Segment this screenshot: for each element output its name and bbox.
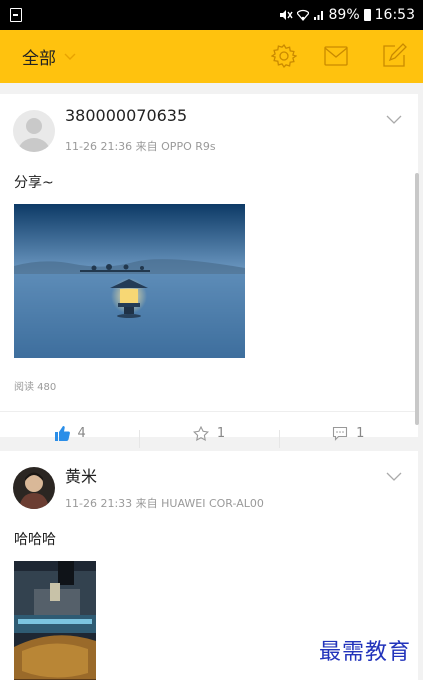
avatar[interactable] — [13, 467, 55, 509]
favorite-count: 1 — [216, 425, 226, 441]
status-indicators: 89% 16:53 — [279, 7, 415, 23]
post-actions: 4 1 1 — [0, 411, 418, 454]
username[interactable]: 黄米 — [65, 463, 97, 487]
comment-button[interactable]: 1 — [278, 425, 418, 448]
post-image[interactable] — [14, 561, 96, 680]
like-button[interactable]: 4 — [0, 425, 139, 441]
gear-icon[interactable] — [271, 43, 297, 69]
favorite-button[interactable]: 1 — [139, 425, 278, 448]
username[interactable]: 380000070635 — [65, 106, 187, 125]
wifi-icon — [296, 9, 309, 21]
battery-icon — [363, 9, 371, 21]
chevron-down-icon[interactable] — [386, 115, 402, 124]
post-text: 哈哈哈 — [14, 532, 56, 548]
signal-icon — [313, 11, 323, 20]
chevron-down-icon[interactable] — [386, 472, 402, 481]
like-count: 4 — [77, 425, 86, 441]
app-bar: 全部 — [0, 30, 423, 83]
post-text: 分享~ — [14, 175, 54, 191]
filter-label: 全部 — [22, 49, 56, 69]
filter-dropdown[interactable]: 全部 — [22, 44, 76, 69]
comment-icon — [333, 426, 348, 441]
thumbs-up-icon — [54, 425, 70, 441]
comment-count: 1 — [356, 425, 365, 441]
post-image[interactable] — [14, 204, 245, 358]
post-card: 380000070635 11-26 21:36 来自 OPPO R9s 分享~ — [0, 94, 418, 448]
battery-percent: 89% — [328, 7, 360, 23]
feed[interactable]: 380000070635 11-26 21:36 来自 OPPO R9s 分享~ — [0, 83, 423, 680]
star-icon — [192, 425, 209, 441]
post-meta: 11-26 21:36 来自 OPPO R9s — [65, 140, 216, 153]
avatar[interactable] — [13, 110, 55, 152]
status-bar: 89% 16:53 — [0, 0, 423, 30]
clock: 16:53 — [374, 7, 415, 23]
watermark: 最需教育 — [318, 640, 411, 665]
mute-icon — [279, 10, 293, 20]
read-count: 阅读 480 — [14, 382, 57, 393]
post-meta: 11-26 21:33 来自 HUAWEI COR-AL00 — [65, 497, 264, 510]
notification-icon — [10, 8, 22, 22]
scrollbar[interactable] — [415, 173, 419, 425]
chevron-down-icon — [64, 53, 76, 60]
compose-icon[interactable] — [381, 43, 407, 69]
mail-icon[interactable] — [323, 43, 349, 69]
